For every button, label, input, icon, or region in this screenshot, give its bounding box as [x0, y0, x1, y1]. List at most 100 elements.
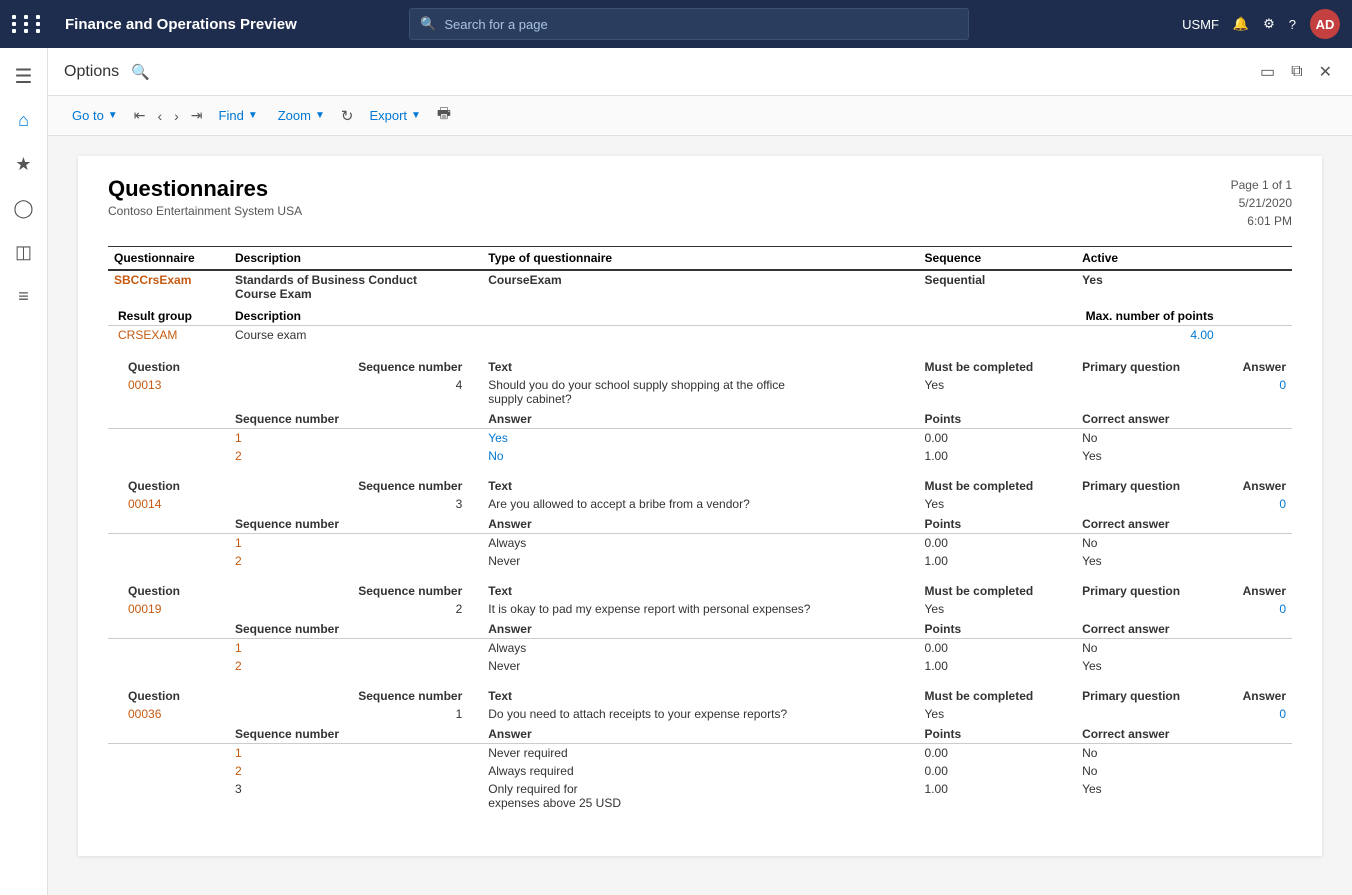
- col-empty: [1220, 247, 1292, 271]
- ans-text-14-2: Never: [482, 552, 918, 570]
- open-external-icon[interactable]: ⧉: [1287, 59, 1306, 85]
- find-label: Find: [219, 108, 244, 123]
- nav-grid-icon[interactable]: [12, 15, 45, 33]
- answer-row-00014-2: 2 Never 1.00 Yes: [108, 552, 1292, 570]
- avatar[interactable]: AD: [1310, 9, 1340, 39]
- goto-button[interactable]: Go to ▼: [64, 104, 126, 127]
- top-bar: Finance and Operations Preview 🔍 Search …: [0, 0, 1352, 48]
- ans-text-label: Answer: [482, 408, 918, 429]
- report-meta: Page 1 of 1 5/21/2020 6:01 PM: [1231, 176, 1292, 230]
- ans-seqnum-label: Sequence number: [229, 408, 482, 429]
- answer-row-00014-1: 1 Always 0.00 No: [108, 534, 1292, 553]
- q-text-00014: Are you allowed to accept a bribe from a…: [482, 495, 918, 513]
- result-group-header: Result group Description Max. number of …: [108, 303, 1292, 326]
- question-row-00019: 00019 2 It is okay to pad my expense rep…: [108, 600, 1292, 618]
- ans-text-2: No: [482, 447, 918, 465]
- ans-empty-1: [108, 429, 229, 448]
- answer-row-00036-1: 1 Never required 0.00 No: [108, 744, 1292, 763]
- ans-correct-14-2: Yes: [1076, 552, 1292, 570]
- search-placeholder: Search for a page: [444, 17, 547, 32]
- export-label: Export: [369, 108, 407, 123]
- q-id-00014: 00014: [108, 495, 229, 513]
- answer-row-00019-1: 1 Always 0.00 No: [108, 639, 1292, 658]
- answer-row-00036-2: 2 Always required 0.00 No: [108, 762, 1292, 780]
- ans-correct-14-1: No: [1076, 534, 1292, 553]
- answer-row-00019-2: 2 Never 1.00 Yes: [108, 657, 1292, 675]
- q-primary-00013: [1076, 376, 1220, 408]
- notifications-icon[interactable]: 🔔: [1233, 16, 1249, 32]
- result-group-row: CRSEXAM Course exam 4.00: [108, 326, 1292, 345]
- q-label-14: Question: [108, 471, 229, 495]
- nav-prev-icon[interactable]: ‹: [153, 104, 166, 128]
- q-label: Question: [108, 352, 229, 376]
- ans-pts-14-1: 0.00: [919, 534, 1077, 553]
- q-answer-00013: 0: [1220, 376, 1292, 408]
- search-icon: 🔍: [420, 16, 436, 32]
- ans-text-label-14: Answer: [482, 513, 918, 534]
- answer-header-00014: Sequence number Answer Points Correct an…: [108, 513, 1292, 534]
- ans-empty: [108, 408, 229, 429]
- q-text-label: Text: [482, 352, 918, 376]
- q-primary-label: Primary question: [1076, 352, 1220, 376]
- options-search-icon[interactable]: 🔍: [131, 63, 150, 81]
- report-title: Questionnaires: [108, 176, 302, 202]
- fullscreen-icon[interactable]: ▭: [1256, 58, 1279, 86]
- top-bar-right: USMF 🔔 ⚙ ? AD: [1182, 9, 1340, 39]
- nav-first-icon[interactable]: ⇤: [130, 103, 150, 128]
- ans-correct-1: No: [1076, 429, 1292, 448]
- main-layout: ☰ ⌂ ★ ◯ ◫ ≡ Options 🔍 ▭ ⧉ ✕ Go to ▼ ⇤ ‹ …: [0, 48, 1352, 895]
- answer-row-00036-3: 3 Only required forexpenses above 25 USD…: [108, 780, 1292, 812]
- answer-row-00013-1: 1 Yes 0.00 No: [108, 429, 1292, 448]
- goto-label: Go to: [72, 108, 104, 123]
- sidebar-item-workspaces[interactable]: ◫: [4, 232, 44, 272]
- answer-header-00036: Sequence number Answer Points Correct an…: [108, 723, 1292, 744]
- q-answer-00014: 0: [1220, 495, 1292, 513]
- ans-correct-label: Correct answer: [1076, 408, 1292, 429]
- ans-text-14-1: Always: [482, 534, 918, 553]
- q-text-00013: Should you do your school supply shoppin…: [482, 376, 918, 408]
- content-area: Options 🔍 ▭ ⧉ ✕ Go to ▼ ⇤ ‹ › ⇥ Find ▼ Z: [48, 48, 1352, 895]
- questionnaires-table: Questionnaire Description Type of questi…: [108, 246, 1292, 812]
- close-icon[interactable]: ✕: [1315, 58, 1336, 86]
- report-subtitle: Contoso Entertainment System USA: [108, 204, 302, 218]
- help-icon[interactable]: ?: [1289, 17, 1296, 32]
- rg-desc: Course exam: [229, 326, 482, 345]
- col-questionnaire: Questionnaire: [108, 247, 229, 271]
- search-bar[interactable]: 🔍 Search for a page: [409, 8, 969, 40]
- q-text-label-14: Text: [482, 471, 918, 495]
- zoom-button[interactable]: Zoom ▼: [270, 104, 333, 127]
- sidebar-item-modules[interactable]: ≡: [4, 276, 44, 316]
- print-icon[interactable]: 🖶: [433, 99, 455, 132]
- sidebar-item-menu[interactable]: ☰: [4, 56, 44, 96]
- ans-pts-2: 1.00: [919, 447, 1077, 465]
- ans-seq-2: 2: [229, 447, 482, 465]
- questionnaire-id: SBCCrsExam: [108, 270, 229, 303]
- find-button[interactable]: Find ▼: [211, 104, 266, 127]
- refresh-icon[interactable]: ↻: [337, 103, 358, 129]
- report-content: Questionnaires Contoso Entertainment Sys…: [48, 136, 1352, 895]
- report-header: Questionnaires Contoso Entertainment Sys…: [108, 176, 1292, 230]
- ans-pts-1: 0.00: [919, 429, 1077, 448]
- questionnaire-desc: Standards of Business ConductCourse Exam: [229, 270, 482, 303]
- nav-next-icon[interactable]: ›: [170, 104, 183, 128]
- company-label[interactable]: USMF: [1182, 17, 1219, 32]
- app-title: Finance and Operations Preview: [65, 16, 297, 33]
- sidebar-item-home[interactable]: ⌂: [4, 100, 44, 140]
- q-seqnum-label: Sequence number: [229, 352, 482, 376]
- q-must-label: Must be completed: [919, 352, 1077, 376]
- nav-last-icon[interactable]: ⇥: [187, 103, 207, 128]
- report-time: 6:01 PM: [1231, 212, 1292, 230]
- settings-icon[interactable]: ⚙: [1263, 16, 1275, 32]
- sidebar-item-favorites[interactable]: ★: [4, 144, 44, 184]
- table-row: SBCCrsExam Standards of Business Conduct…: [108, 270, 1292, 303]
- q-must-label-14: Must be completed: [919, 471, 1077, 495]
- table-header-row: Questionnaire Description Type of questi…: [108, 247, 1292, 271]
- rg-id: CRSEXAM: [108, 326, 229, 345]
- left-sidebar: ☰ ⌂ ★ ◯ ◫ ≡: [0, 48, 48, 895]
- q-must-00013: Yes: [919, 376, 1077, 408]
- options-bar: Options 🔍 ▭ ⧉ ✕: [48, 48, 1352, 96]
- question-row-00013: 00013 4 Should you do your school supply…: [108, 376, 1292, 408]
- export-button[interactable]: Export ▼: [361, 104, 428, 127]
- sidebar-item-recent[interactable]: ◯: [4, 188, 44, 228]
- export-chevron: ▼: [411, 110, 421, 121]
